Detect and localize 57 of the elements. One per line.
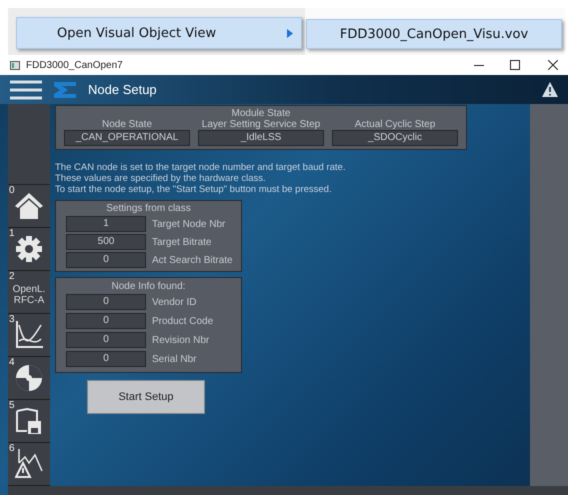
nav-index: 5 <box>9 400 15 412</box>
value-field: 0 <box>66 332 146 348</box>
field-label: Serial Nbr <box>152 354 196 365</box>
field-label: Node State <box>102 119 152 130</box>
value-field: _SDOCyclic <box>332 130 458 146</box>
menu-item[interactable]: FDD3000_CanOpen_Visu.vov <box>306 19 562 49</box>
nav-index: 6 <box>9 443 15 454</box>
field-label: Target Node Nbr <box>152 218 226 230</box>
field-label: Revision Nbr <box>152 334 210 346</box>
value-field: _IdleLSS <box>198 130 324 146</box>
gear-icon[interactable] <box>16 236 42 262</box>
nav-button[interactable]: 3 <box>8 314 50 358</box>
chart-icon[interactable] <box>15 321 43 350</box>
app-icon <box>10 60 20 70</box>
field-label: Actual Cyclic Step <box>354 119 436 130</box>
page-title: Node Setup <box>88 82 158 98</box>
value-field: 0 <box>66 313 146 330</box>
value-field: 500 <box>66 234 146 250</box>
nav-button[interactable]: 2 OpenL. RFC-A <box>8 271 50 314</box>
close-icon[interactable] <box>548 60 558 70</box>
menu-item[interactable]: Open Visual Object View <box>16 17 302 49</box>
info-text: To start the node setup, the "Start Setup" button must be pressed. <box>55 184 333 196</box>
field-label: Product Code <box>152 316 214 327</box>
value-field: 0 <box>66 351 146 368</box>
menu-icon[interactable] <box>10 80 42 100</box>
nav-index: 4 <box>9 357 15 368</box>
field-label: Act Search Bitrate <box>152 254 233 266</box>
panel-title: Node Info found: <box>110 281 186 292</box>
pie-chart-icon[interactable] <box>15 364 43 392</box>
start-setup-button[interactable]: Start Setup <box>87 380 205 414</box>
field-label: Target Bitrate <box>152 236 212 248</box>
value-field: 0 <box>66 252 146 268</box>
value-field: 0 <box>66 294 146 310</box>
panel-title: Module State <box>232 108 290 120</box>
window-title: FDD3000_CanOpen7 <box>26 60 124 70</box>
book-disk-icon[interactable] <box>15 407 43 436</box>
info-text: These values are specified by the hardware class. <box>55 173 267 184</box>
home-icon[interactable] <box>14 192 44 220</box>
value-field: 1 <box>66 216 146 232</box>
maximize-icon[interactable] <box>510 60 520 70</box>
field-label: Layer Setting Service Step <box>202 119 320 130</box>
field-label: Vendor ID <box>152 296 196 308</box>
nav-button[interactable]: 5 <box>8 400 50 444</box>
nav-index: 2 <box>9 271 15 282</box>
nav-button[interactable]: 0 <box>8 185 50 228</box>
logo-icon <box>54 82 76 98</box>
nav-button[interactable]: 1 <box>8 228 50 272</box>
nav-button[interactable]: 6 <box>8 443 50 486</box>
warning-icon[interactable] <box>542 82 558 98</box>
value-field: _CAN_OPERATIONAL <box>64 130 190 146</box>
warning-mountain-icon[interactable] <box>15 449 43 480</box>
nav-index: 0 <box>9 185 15 196</box>
nav-index: 1 <box>9 228 15 240</box>
nav-index: 3 <box>9 314 15 326</box>
nav-button[interactable]: 4 <box>8 357 50 400</box>
panel-title: Settings from class <box>105 203 192 214</box>
info-text: The CAN node is set to the target node number and target baud rate. <box>55 162 346 174</box>
